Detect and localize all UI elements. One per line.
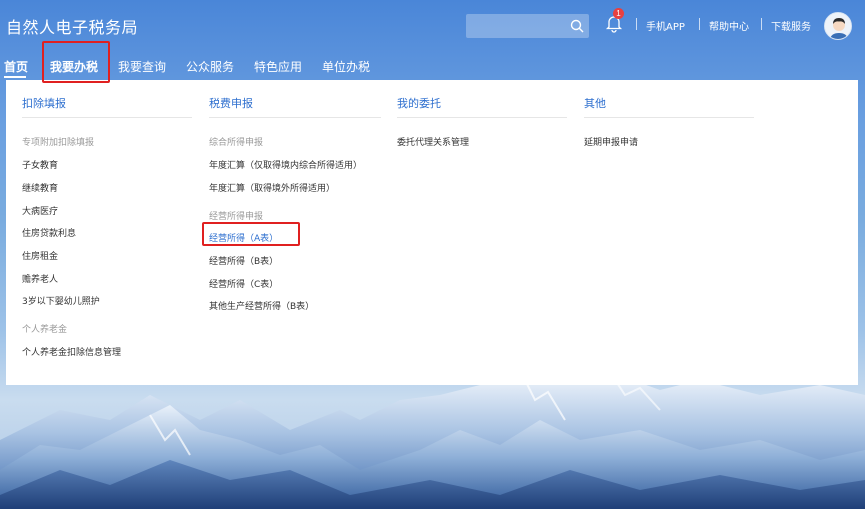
menu-item-other-business-income-b[interactable]: 其他生产经营所得（B表）	[209, 299, 314, 312]
top-header: 自然人电子税务局 1 手机APP 帮助中心 下载服务	[0, 0, 865, 52]
menu-item-housing-loan-interest[interactable]: 住房贷款利息	[22, 226, 76, 239]
nav-active-indicator	[4, 76, 26, 78]
tax-menu-dropdown: 扣除填报 专项附加扣除填报 子女教育 继续教育 大病医疗 住房贷款利息 住房租金…	[6, 80, 858, 385]
menu-column-title-other[interactable]: 其他	[584, 95, 606, 111]
menu-item-agent-relationship[interactable]: 委托代理关系管理	[397, 135, 469, 148]
menu-item-extension-request[interactable]: 延期申报申请	[584, 135, 638, 148]
menu-item-serious-illness[interactable]: 大病医疗	[22, 204, 58, 217]
nav-public-service[interactable]: 公众服务	[186, 58, 234, 75]
menu-item-continuing-education[interactable]: 继续教育	[22, 181, 58, 194]
menu-item-elderly-support[interactable]: 赡养老人	[22, 272, 58, 285]
site-logo-text[interactable]: 自然人电子税务局	[6, 14, 138, 38]
menu-group-label: 经营所得申报	[209, 212, 264, 222]
nav-query[interactable]: 我要查询	[118, 58, 166, 75]
header-divider	[699, 18, 700, 30]
mobile-app-link[interactable]: 手机APP	[646, 18, 685, 33]
column-divider	[209, 117, 381, 118]
menu-group-label: 专项附加扣除填报	[22, 138, 95, 148]
header-divider	[636, 18, 637, 30]
menu-item-housing-rent[interactable]: 住房租金	[22, 249, 58, 262]
menu-item-highlight-box	[202, 222, 300, 246]
search-icon[interactable]	[569, 18, 585, 34]
column-divider	[397, 117, 567, 118]
menu-item-pension-deduction[interactable]: 个人养老金扣除信息管理	[22, 345, 121, 358]
menu-item-business-income-c[interactable]: 经营所得（C表）	[209, 277, 278, 290]
nav-employer-tax[interactable]: 单位办税	[322, 58, 370, 75]
menu-column-title-deductions[interactable]: 扣除填报	[22, 95, 66, 111]
menu-column-title-tax-filing[interactable]: 税费申报	[209, 95, 253, 111]
menu-item-business-income-b[interactable]: 经营所得（B表）	[209, 254, 278, 267]
header-divider	[761, 18, 762, 30]
menu-item-annual-settlement-overseas[interactable]: 年度汇算（取得境外所得适用）	[209, 181, 335, 194]
nav-home[interactable]: 首页	[4, 58, 28, 75]
nav-featured-apps[interactable]: 特色应用	[254, 58, 302, 75]
menu-item-annual-settlement-domestic[interactable]: 年度汇算（仅取得境内综合所得适用）	[209, 158, 362, 171]
menu-item-infant-care[interactable]: 3岁以下婴幼儿照护	[22, 294, 100, 307]
help-center-link[interactable]: 帮助中心	[709, 18, 749, 33]
search-input[interactable]	[466, 14, 589, 38]
menu-column-title-delegation[interactable]: 我的委托	[397, 95, 441, 111]
column-divider	[584, 117, 754, 118]
user-avatar[interactable]	[824, 12, 852, 40]
notification-count-badge: 1	[613, 8, 624, 19]
menu-item-children-education[interactable]: 子女教育	[22, 158, 58, 171]
user-avatar-icon	[825, 13, 851, 39]
column-divider	[22, 117, 192, 118]
nav-highlight-box	[42, 41, 110, 83]
download-service-link[interactable]: 下载服务	[771, 18, 811, 33]
menu-group-label: 个人养老金	[22, 325, 68, 335]
menu-group-label: 综合所得申报	[209, 138, 264, 148]
